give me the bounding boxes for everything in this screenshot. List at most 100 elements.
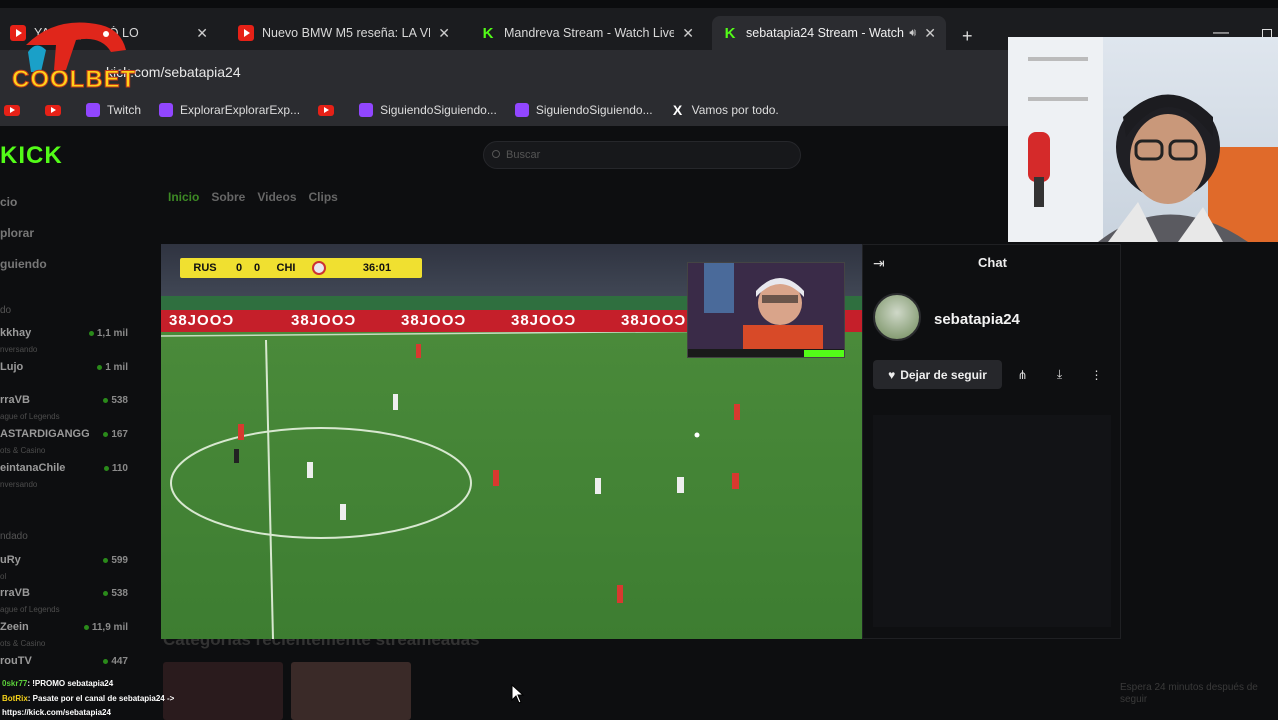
close-icon[interactable]: ✕ xyxy=(924,25,936,42)
twitch-icon xyxy=(359,103,374,117)
tab-inicio[interactable]: Inicio xyxy=(168,190,199,204)
sidebar-channel[interactable]: eintanaChile nversando 110 xyxy=(0,462,128,494)
channel-name: rraVB xyxy=(0,587,30,599)
channel-name: uRy xyxy=(0,554,21,566)
kick-icon: K xyxy=(724,24,736,42)
ticker-user: BotRix xyxy=(2,694,28,703)
chat-messages xyxy=(873,415,1111,627)
viewer-count: 167 xyxy=(103,429,128,440)
sidebar-channel[interactable]: Zeein ots & Casino 11,9 mil xyxy=(0,621,128,653)
heart-icon: ♥ xyxy=(888,367,896,382)
close-icon[interactable]: ✕ xyxy=(682,25,694,42)
search-input[interactable]: Buscar xyxy=(483,141,801,169)
mouse-cursor-icon xyxy=(511,684,525,704)
ticker-text: : Pasate por el canal de sebatapia24 -> xyxy=(27,694,175,703)
new-tab-icon[interactable]: + xyxy=(962,26,973,47)
ad-text: 38JOOƆ xyxy=(169,312,235,329)
channel-name: Zeein xyxy=(0,621,29,633)
bookmark-label: Vamos por todo. xyxy=(691,103,779,117)
address-bar[interactable]: kick.com/sebatapia24 xyxy=(0,50,1010,94)
viewer-count: 538 xyxy=(103,588,128,599)
bookmark-twitch[interactable]: Twitch xyxy=(86,103,141,117)
category-thumbnail[interactable] xyxy=(163,662,283,720)
ticker-line: https://kick.com/sebatapia24 xyxy=(2,708,111,717)
tab-4-active[interactable]: K sebatapia24 Stream - Watch 🔊︎ ✕ xyxy=(712,16,946,50)
tab-3[interactable]: K Mandreva Stream - Watch Live ✕ xyxy=(470,16,704,50)
ad-text: 38JOOƆ xyxy=(291,312,357,329)
follow-wait-note: Espera 24 minutos después de seguir xyxy=(1120,682,1258,705)
bookmark-label: ExplorarExplorarExp... xyxy=(180,103,301,117)
viewer-count: 1 mil xyxy=(97,362,128,373)
channel-category: nversando xyxy=(0,345,38,354)
viewer-count: 11,9 mil xyxy=(84,622,128,633)
sidebar-channel[interactable]: Lujo 1 mil xyxy=(0,361,128,393)
score-home: 0 xyxy=(235,262,243,274)
bookmark-label: SiguiendoSiguiendo... xyxy=(380,103,497,117)
bookmark-siguiendo-1[interactable]: SiguiendoSiguiendo... xyxy=(359,103,497,117)
sidebar-channel[interactable]: rraVB ague of Legends 538 xyxy=(0,394,128,426)
bookmark-youtube-2[interactable] xyxy=(45,104,68,116)
bookmark-explorar[interactable]: ExplorarExplorarExp... xyxy=(159,103,300,117)
streamer-webcam xyxy=(1008,37,1278,242)
tab-sobre[interactable]: Sobre xyxy=(211,190,245,204)
ticker-line: BotRix: Pasate por el canal de sebatapia… xyxy=(2,694,174,703)
sidebar-channel[interactable]: uRy ol 599 xyxy=(0,554,128,586)
channel-category: ots & Casino xyxy=(0,446,46,455)
sidebar-section-following: do xyxy=(0,305,12,316)
close-icon[interactable]: ✕ xyxy=(438,25,450,42)
bookmark-siguiendo-2[interactable]: SiguiendoSiguiendo... xyxy=(514,103,653,117)
sidebar-channel[interactable]: ASTARDIGANGG ots & Casino 167 xyxy=(0,428,128,460)
team-away: CHI xyxy=(276,262,296,274)
more-options-icon[interactable]: ⋮ xyxy=(1082,360,1111,389)
tab-videos[interactable]: Videos xyxy=(257,190,296,204)
tab-clips[interactable]: Clips xyxy=(309,190,338,204)
share-icon[interactable]: ⋔ xyxy=(1008,360,1037,389)
youtube-icon xyxy=(4,104,20,116)
sidebar-item-explorar[interactable]: plorar xyxy=(0,226,34,240)
match-clock: 36:01 xyxy=(362,262,392,274)
kick-icon: K xyxy=(482,24,494,42)
channel-category: ots & Casino xyxy=(0,639,46,648)
pitch-lines xyxy=(161,329,862,639)
youtube-icon xyxy=(238,25,254,41)
viewer-count: 110 xyxy=(104,463,128,474)
players-red xyxy=(238,344,740,603)
unfollow-button[interactable]: ♥ Dejar de seguir xyxy=(873,360,1002,389)
kick-logo[interactable]: KICK xyxy=(0,142,63,170)
viewer-count: 1,1 mil xyxy=(89,328,128,339)
x-icon: X xyxy=(672,102,683,118)
referee xyxy=(234,449,239,463)
channel-username[interactable]: sebatapia24 xyxy=(934,311,1020,328)
football-pitch xyxy=(161,329,862,639)
twitch-icon xyxy=(86,103,100,117)
channel-name: rraVB xyxy=(0,394,30,406)
bookmark-youtube-1[interactable] xyxy=(4,104,27,116)
sidebar-channel[interactable]: rraVB ague of Legends 538 xyxy=(0,587,128,619)
download-icon[interactable]: ⤓ xyxy=(1045,360,1074,389)
chat-panel: ⇥ Chat sebatapia24 ♥ Dejar de seguir ⋔ ⤓… xyxy=(862,244,1121,639)
bookmarks-bar: Twitch ExplorarExplorarExp... SiguiendoS… xyxy=(0,94,1010,126)
bookmark-youtube-3[interactable] xyxy=(318,104,341,116)
channel-name: rouTV xyxy=(0,655,32,667)
ad-text: 38JOOƆ xyxy=(401,312,467,329)
category-thumbnail[interactable] xyxy=(291,662,411,720)
tab-label: sebatapia24 Stream - Watch xyxy=(746,26,904,40)
tab-2[interactable]: Nuevo BMW M5 reseña: LA VEF ✕ xyxy=(228,16,460,50)
tab-label: Nuevo BMW M5 reseña: LA VEF xyxy=(262,26,431,40)
bookmark-x[interactable]: X Vamos por todo. xyxy=(671,102,779,118)
scoreboard: RUS 0 0 CHI 36:01 xyxy=(180,258,422,278)
twitch-icon xyxy=(514,103,529,117)
viewer-count: 538 xyxy=(103,395,128,406)
score-away: 0 xyxy=(253,262,261,274)
ticker-text: : !PROMO sebatapia24 xyxy=(27,679,114,688)
sidebar-item-siguiendo[interactable]: guiendo xyxy=(0,257,47,271)
sidebar-channel[interactable]: kkhay nversando 1,1 mil xyxy=(0,327,128,359)
unfollow-label: Dejar de seguir xyxy=(900,367,987,382)
avatar[interactable] xyxy=(873,293,921,341)
sidebar-item-inicio[interactable]: cio xyxy=(0,195,17,209)
viewer-count: 447 xyxy=(103,656,128,667)
coolbet-logo-text: COOLBET xyxy=(11,66,137,94)
close-icon[interactable]: ✕ xyxy=(196,25,208,42)
speaker-icon[interactable]: 🔊︎ xyxy=(909,27,916,40)
channel-name: kkhay xyxy=(0,327,32,339)
